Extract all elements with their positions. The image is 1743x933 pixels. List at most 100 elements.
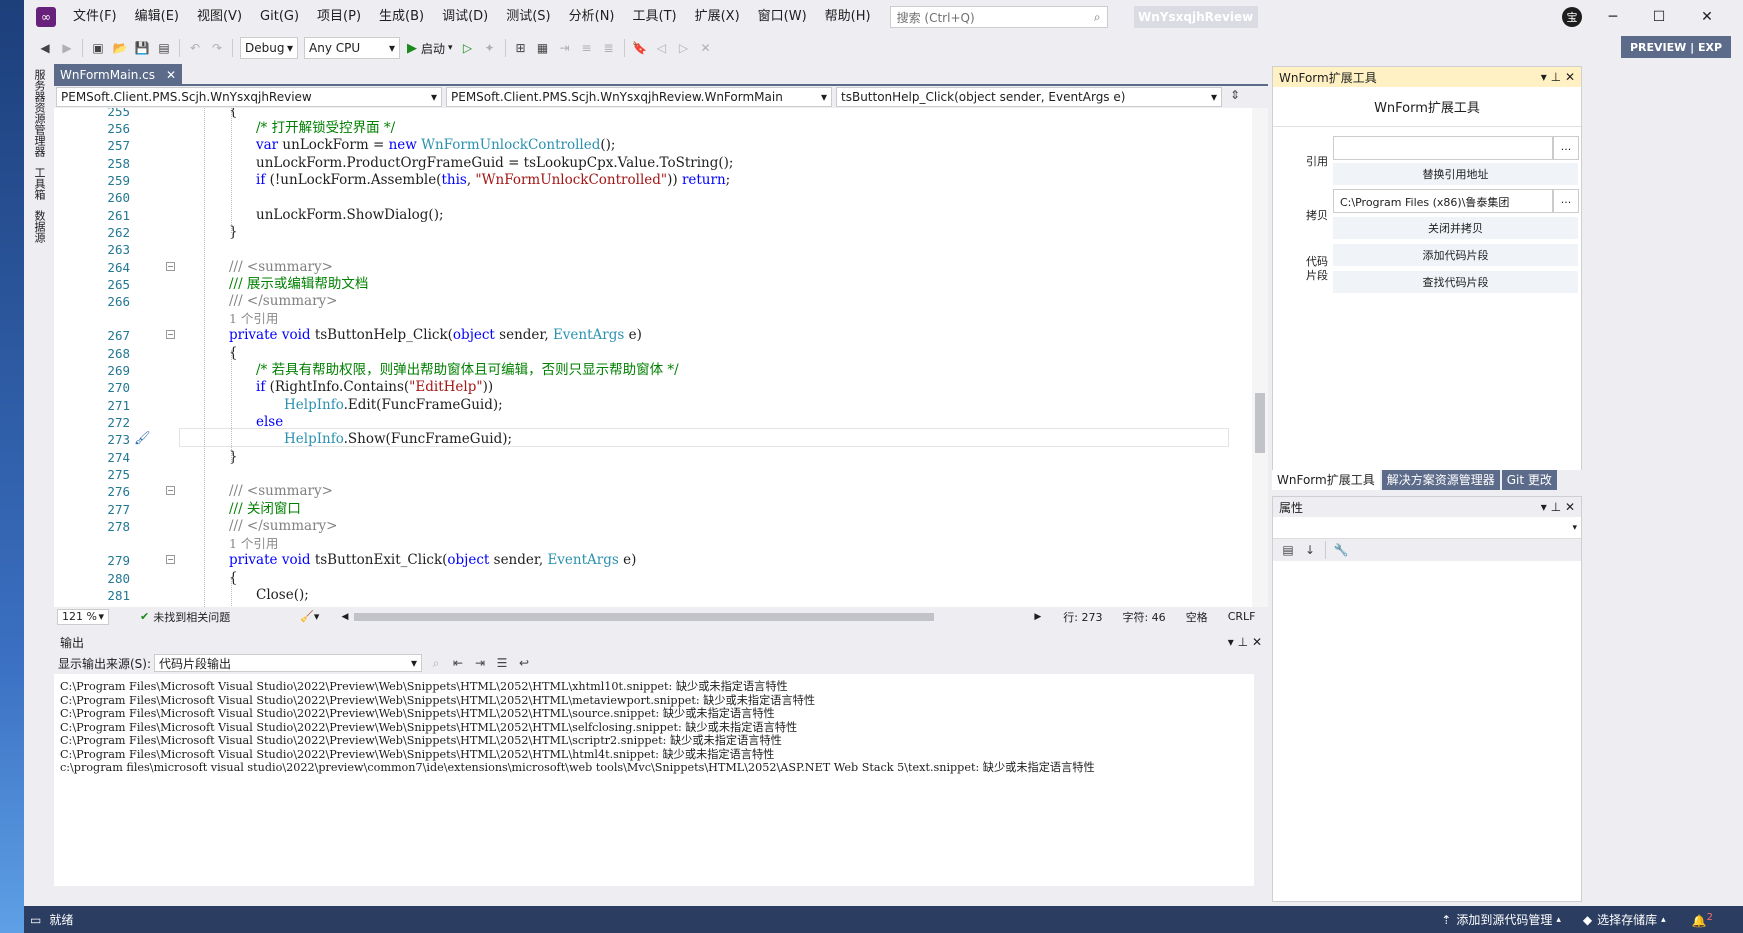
menu-item-8[interactable]: 分析(N)	[560, 9, 624, 24]
prev-message-icon[interactable]: ⇤	[449, 654, 467, 672]
output-text[interactable]: C:\Program Files\Microsoft Visual Studio…	[54, 674, 1254, 886]
next-bookmark-icon[interactable]: ▷	[675, 39, 693, 57]
find-message-icon[interactable]: ⌕	[427, 654, 445, 672]
menu-item-1[interactable]: 编辑(E)	[126, 9, 188, 24]
pin-icon[interactable]: ⊥	[1238, 635, 1248, 649]
notifications-icon[interactable]: 🔔2	[1692, 912, 1713, 928]
close-icon[interactable]: ✕	[1565, 70, 1575, 84]
cleanup-icon[interactable]: 🧹▾	[300, 610, 319, 623]
output-source-combo[interactable]: 代码片段输出 ▾	[154, 654, 423, 672]
tab-git-changes[interactable]: Git 更改	[1501, 470, 1557, 490]
next-message-icon[interactable]: ⇥	[471, 654, 489, 672]
chevron-down-icon[interactable]: ▾	[1541, 70, 1547, 84]
save-all-icon[interactable]: ▤	[155, 39, 173, 57]
editor-vertical-scrollbar[interactable]	[1252, 108, 1268, 607]
categorized-icon[interactable]: ▤	[1279, 541, 1297, 559]
horizontal-scrollbar[interactable]	[354, 612, 935, 621]
copy-input[interactable]: C:\Program Files (x86)\鲁泰集团	[1333, 189, 1553, 213]
menu-item-9[interactable]: 工具(T)	[624, 9, 686, 24]
add-to-source-control[interactable]: 添加到源代码管理	[1456, 911, 1552, 928]
alphabetical-icon[interactable]: ↓	[1301, 541, 1319, 559]
whitespace-indicator[interactable]: 空格	[1186, 609, 1208, 625]
menu-item-2[interactable]: 视图(V)	[188, 9, 251, 24]
open-icon[interactable]: 📂	[111, 39, 129, 57]
codelens-references[interactable]: 1 个引用	[229, 310, 278, 327]
code-editor[interactable]: 255 256 257 258 259 260 261 262 263 264 …	[54, 108, 1268, 607]
col-indicator[interactable]: 字符: 46	[1122, 609, 1165, 625]
ref-input[interactable]	[1333, 136, 1553, 160]
save-icon[interactable]: 💾	[133, 39, 151, 57]
maximize-icon[interactable]: ☐	[1636, 0, 1682, 34]
menu-item-7[interactable]: 测试(S)	[497, 9, 559, 24]
split-icon[interactable]: ⇕	[1226, 86, 1244, 104]
prev-bookmark-icon[interactable]: ◁	[653, 39, 671, 57]
close-icon[interactable]: ✕	[166, 68, 176, 82]
properties-object-combo[interactable]: ▾	[1273, 517, 1581, 539]
avatar[interactable]: 宝	[1562, 7, 1582, 27]
start-without-debug-icon[interactable]: ▷	[459, 39, 477, 57]
tab-solution-explorer[interactable]: 解决方案资源管理器	[1381, 470, 1500, 490]
layout-icon[interactable]: ▦	[534, 39, 552, 57]
vtab-server-explorer[interactable]: 服务器资源管理器	[24, 64, 54, 162]
clear-bookmarks-icon[interactable]: ✕	[697, 39, 715, 57]
select-repository[interactable]: 选择存储库	[1597, 911, 1657, 928]
close-and-copy-button[interactable]: 关闭并拷贝	[1333, 217, 1578, 239]
zoom-combo[interactable]: 121 % ▾	[57, 608, 109, 625]
search-box[interactable]: 搜索 (Ctrl+Q) ⌕	[889, 6, 1108, 28]
uncomment-icon[interactable]: ≣	[600, 39, 618, 57]
fold-toggle[interactable]: −	[166, 486, 175, 495]
menu-item-4[interactable]: 项目(P)	[308, 9, 370, 24]
member-combo[interactable]: tsButtonHelp_Click(object sender, EventA…	[836, 87, 1222, 107]
menu-item-12[interactable]: 帮助(H)	[816, 9, 880, 24]
start-button[interactable]: ▶ 启动 ▾	[407, 40, 453, 57]
add-snippet-button[interactable]: 添加代码片段	[1333, 244, 1578, 266]
pin-icon[interactable]: ⊥	[1551, 70, 1561, 84]
close-icon[interactable]: ✕	[1252, 635, 1262, 649]
minimize-icon[interactable]: ─	[1590, 0, 1636, 34]
back-icon[interactable]: ◀	[36, 39, 54, 57]
menu-item-3[interactable]: Git(G)	[251, 9, 308, 24]
project-combo[interactable]: PEMSoft.Client.PMS.Scjh.WnYsxqjhReview ▾	[56, 87, 442, 107]
menu-item-6[interactable]: 调试(D)	[433, 9, 497, 24]
bookmark-icon[interactable]: 🔖	[631, 39, 649, 57]
hot-reload-icon[interactable]: ✦	[481, 39, 499, 57]
close-icon[interactable]: ✕	[1565, 500, 1575, 514]
quick-action-brush-icon[interactable]: 🖌	[134, 431, 151, 446]
eol-indicator[interactable]: CRLF	[1228, 610, 1256, 623]
tab-wnformmain[interactable]: WnFormMain.cs ✕	[54, 64, 182, 86]
comment-icon[interactable]: ≡	[578, 39, 596, 57]
chevron-down-icon[interactable]: ▾	[1228, 635, 1234, 649]
undo-icon[interactable]: ↶	[186, 39, 204, 57]
menu-item-10[interactable]: 扩展(X)	[686, 9, 749, 24]
tab-wnform-ext[interactable]: WnForm扩展工具	[1272, 470, 1380, 490]
config-combo[interactable]: Debug ▾	[240, 37, 298, 59]
new-project-icon[interactable]: ▣	[89, 39, 107, 57]
wrench-icon[interactable]: 🔧	[1332, 541, 1350, 559]
scroll-right-icon[interactable]: ▶	[1034, 612, 1041, 622]
line-indicator[interactable]: 行: 273	[1063, 609, 1102, 625]
close-icon[interactable]: ✕	[1684, 0, 1730, 34]
issues-text[interactable]: 未找到相关问题	[153, 609, 230, 625]
codelens-references[interactable]: 1 个引用	[229, 535, 278, 552]
pin-icon[interactable]: ⊥	[1551, 500, 1561, 514]
scroll-left-icon[interactable]: ◀	[341, 612, 348, 622]
ref-browse-button[interactable]: ...	[1553, 136, 1579, 160]
redo-icon[interactable]: ↷	[208, 39, 226, 57]
forward-icon[interactable]: ▶	[58, 39, 76, 57]
replace-ref-button[interactable]: 替换引用地址	[1333, 163, 1578, 185]
vtab-data-sources[interactable]: 数据源	[24, 205, 54, 248]
fold-toggle[interactable]: −	[166, 555, 175, 564]
vtab-toolbox[interactable]: 工具箱	[24, 162, 54, 205]
fold-toggle[interactable]: −	[166, 262, 175, 271]
fold-toggle[interactable]: −	[166, 330, 175, 339]
chevron-down-icon[interactable]: ▾	[1541, 500, 1547, 514]
menu-item-5[interactable]: 生成(B)	[370, 9, 433, 24]
solution-explorer-icon[interactable]: ⊞	[512, 39, 530, 57]
menu-item-0[interactable]: 文件(F)	[64, 9, 126, 24]
menu-item-11[interactable]: 窗口(W)	[749, 9, 816, 24]
find-snippet-button[interactable]: 查找代码片段	[1333, 271, 1578, 293]
step-icon[interactable]: ⇥	[556, 39, 574, 57]
platform-combo[interactable]: Any CPU ▾	[304, 37, 400, 59]
preview-badge[interactable]: PREVIEW | EXP	[1621, 36, 1731, 58]
clear-all-icon[interactable]: ☰	[493, 654, 511, 672]
